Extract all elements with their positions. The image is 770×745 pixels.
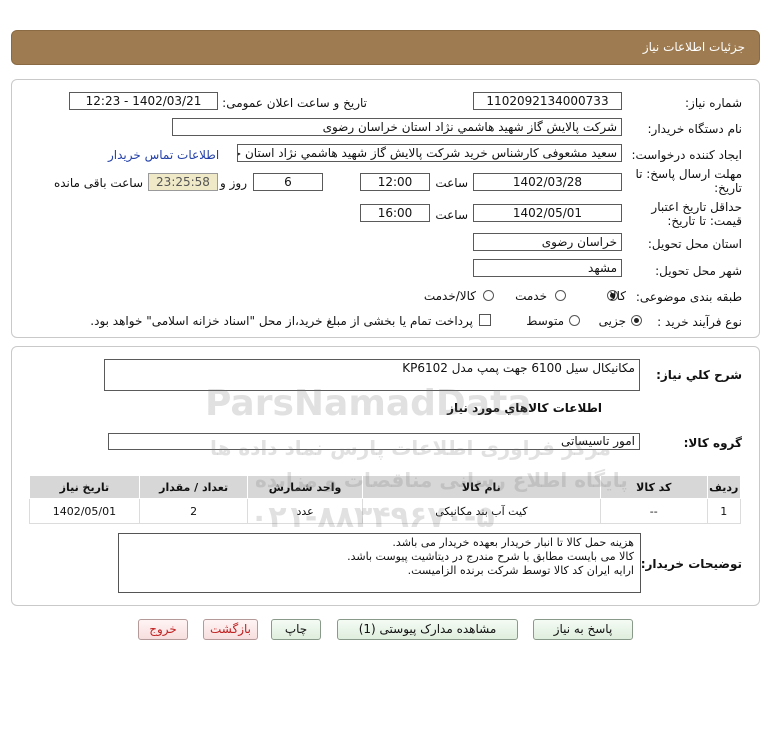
reply-time-label: ساعت [435, 176, 468, 190]
process-radio-minor[interactable] [631, 315, 642, 326]
goods-group-label: گروه کالا: [683, 436, 742, 450]
col-header-code: کد کالا [600, 475, 708, 499]
category-label: طبقه بندی موضوعی: [635, 290, 742, 304]
creator-field[interactable]: سعید مشعوفی کارشناس خرید شرکت پالایش گاز… [237, 144, 622, 162]
reply-to-need-button[interactable]: پاسخ به نیاز [533, 619, 633, 640]
buyer-note-line: کالا می بایست مطابق با شرح مندرج در دیتا… [347, 550, 634, 563]
cell-name: کیت آب بند مکانیکی [361, 498, 602, 524]
cell-unit: عدد [247, 498, 363, 524]
category-radio-goods-service[interactable] [483, 290, 494, 301]
cell-code: -- [600, 498, 708, 524]
buyer-notes-label: توضیحات خریدار: [640, 557, 742, 571]
days-field[interactable]: 6 [253, 173, 323, 191]
treasury-payment-checkbox[interactable] [479, 314, 491, 326]
back-button[interactable]: بازگشت [203, 619, 258, 640]
col-header-quantity: تعداد / مقدار [138, 475, 249, 499]
reply-deadline-label-2: تاریخ: [714, 181, 742, 195]
validity-label-2: قیمت: تا تاریخ: [667, 214, 742, 228]
reply-deadline-label: مهلت ارسال پاسخ: تا [635, 167, 742, 181]
remaining-time-field: 23:25:58 [148, 173, 218, 191]
items-table: ردیف کد کالا نام کالا واحد شمارش تعداد /… [29, 475, 741, 524]
announce-field[interactable]: 1402/03/21 - 12:23 [69, 92, 218, 110]
announce-label: تاریخ و ساعت اعلان عمومی: [222, 96, 367, 110]
buyer-org-field[interactable]: شرکت پالایش گاز شهید هاشمي نژاد استان خر… [172, 118, 622, 136]
remaining-label: ساعت باقی مانده [53, 176, 143, 190]
page-header: جزئیات اطلاعات نیاز [11, 30, 760, 65]
cell-need-date: 1402/05/01 [29, 498, 140, 524]
need-number-field[interactable]: 1102092134000733 [473, 92, 622, 110]
buyer-org-label: نام دستگاه خریدار: [647, 122, 743, 136]
print-button[interactable]: چاپ [271, 619, 321, 640]
col-header-need-date: تاریخ نیاز [29, 475, 140, 499]
province-field[interactable]: خراسان رضوی [473, 233, 622, 251]
page-title: جزئیات اطلاعات نیاز [642, 40, 745, 54]
category-option-service: خدمت [515, 289, 547, 303]
col-header-unit: واحد شمارش [247, 475, 363, 499]
category-option-goods-service: کالا/خدمت [423, 289, 476, 303]
contact-buyer-link[interactable]: اطلاعات تماس خریدار [108, 148, 219, 162]
items-section-title: اطلاعات کالاهاي مورد نياز [447, 401, 602, 415]
validity-date-field[interactable]: 1402/05/01 [473, 204, 622, 222]
cell-quantity: 2 [138, 498, 249, 524]
validity-label: حداقل تاریخ اعتبار [651, 200, 742, 214]
validity-time-field[interactable]: 16:00 [360, 204, 430, 222]
process-radio-medium[interactable] [569, 315, 580, 326]
process-option-medium: متوسط [526, 314, 564, 328]
reply-time-field[interactable]: 12:00 [360, 173, 430, 191]
reply-date-field[interactable]: 1402/03/28 [473, 173, 622, 191]
cell-row-number: 1 [706, 498, 741, 524]
buyer-note-line: ارایه ایران کد کالا توسط شرکت برنده الزا… [407, 564, 634, 577]
summary-field[interactable]: مکانیکال سیل 6100 جهت پمپ مدل KP6102 [104, 359, 640, 391]
days-label: روز و [220, 176, 247, 190]
view-attachments-button[interactable]: مشاهده مدارک پیوستی (1) [337, 619, 518, 640]
city-label: شهر محل تحویل: [655, 264, 742, 278]
col-header-row-number: ردیف [706, 475, 741, 499]
col-header-name: نام کالا [361, 475, 602, 499]
table-header-row: ردیف کد کالا نام کالا واحد شمارش تعداد /… [29, 475, 741, 499]
goods-group-field[interactable]: امور تاسیساتی [108, 433, 640, 450]
table-row[interactable]: 1 -- کیت آب بند مکانیکی عدد 2 1402/05/01 [29, 498, 741, 524]
category-option-goods: کالا [609, 289, 626, 303]
process-label: نوع فرآیند خرید : [657, 315, 742, 329]
buyer-note-line: هزینه حمل کالا تا انبار خریدار بعهده خری… [392, 536, 634, 549]
province-label: استان محل تحویل: [647, 237, 742, 251]
category-radio-service[interactable] [555, 290, 566, 301]
exit-button[interactable]: خروج [138, 619, 188, 640]
process-option-minor: جزیی [598, 314, 626, 328]
buyer-notes-field: هزینه حمل کالا تا انبار خریدار بعهده خری… [118, 533, 641, 593]
treasury-payment-note: پرداخت تمام یا بخشی از مبلغ خرید،از محل … [90, 314, 473, 328]
need-number-label: شماره نیاز: [685, 96, 742, 110]
creator-label: ایجاد کننده درخواست: [631, 148, 742, 162]
validity-time-label: ساعت [435, 208, 468, 222]
city-field[interactable]: مشهد [473, 259, 622, 277]
summary-label: شرح کلي نياز: [656, 368, 742, 382]
